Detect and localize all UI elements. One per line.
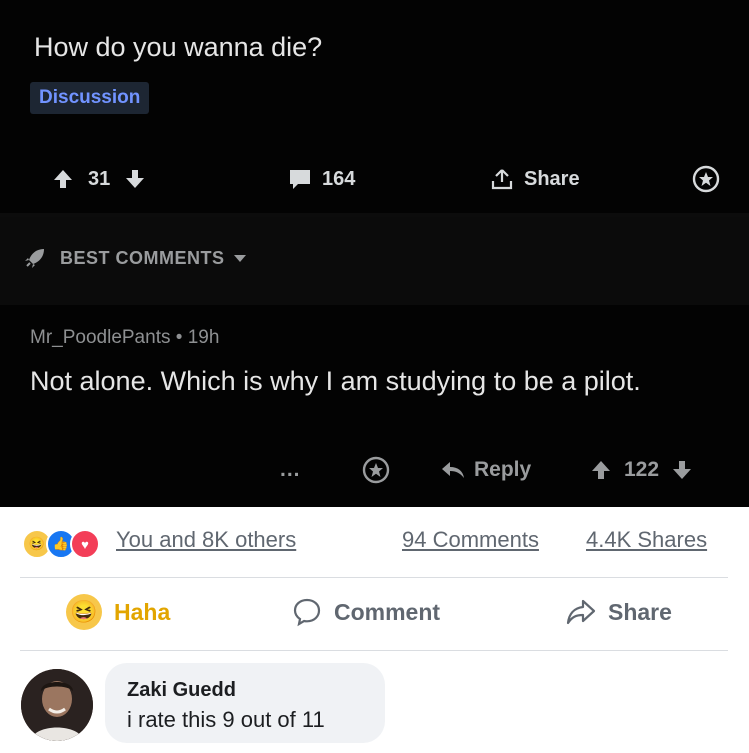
share-label: Share <box>524 167 580 190</box>
comment-vote-group: 122 <box>590 450 693 490</box>
avatar[interactable] <box>21 669 93 741</box>
comment-meta: Mr_PoodlePants • 19h <box>30 327 219 349</box>
comment-age: 19h <box>187 327 220 348</box>
comments-count: 164 <box>322 167 356 190</box>
post-score: 31 <box>88 167 111 190</box>
award-icon <box>692 165 720 193</box>
caret-down-icon <box>233 255 246 262</box>
reply-label: Reply <box>474 458 532 481</box>
dot-separator: • <box>175 327 188 348</box>
divider <box>20 577 728 578</box>
divider <box>20 650 728 651</box>
haha-button[interactable]: 😆 Haha <box>66 590 170 634</box>
fb-share-button[interactable]: Share <box>566 590 672 634</box>
comment-actions: ... Reply 122 <box>0 450 749 490</box>
comment-button[interactable]: Comment <box>292 590 440 634</box>
award-icon <box>362 456 390 484</box>
top-comment: Mr_PoodlePants • 19h Not alone. Which is… <box>0 305 749 507</box>
upvote-arrow-icon[interactable] <box>52 168 74 190</box>
reply-arrow-icon <box>442 462 464 478</box>
reply-comment-bubble: Zaki Guedd i rate this 9 out of 11 <box>105 663 385 743</box>
upvote-group: 31 <box>52 150 146 208</box>
share-arrow-icon <box>566 599 596 625</box>
comment-label: Comment <box>334 598 441 625</box>
reaction-icons[interactable]: 😆 👍 ♥ <box>22 529 100 559</box>
comment-author[interactable]: Mr_PoodlePants <box>30 327 170 348</box>
love-reaction-icon: ♥ <box>70 529 100 559</box>
downvote-arrow-icon[interactable] <box>124 168 146 190</box>
comment-body: Not alone. Which is why I am studying to… <box>30 366 641 396</box>
downvote-arrow-icon[interactable] <box>671 459 693 481</box>
sort-bar: BEST COMMENTS <box>0 217 749 305</box>
fb-share-label: Share <box>608 598 672 625</box>
upvote-arrow-icon[interactable] <box>590 459 612 481</box>
haha-label: Haha <box>114 598 171 625</box>
award-button[interactable] <box>692 150 720 208</box>
comment-score: 122 <box>624 458 660 481</box>
comment-bubble-icon <box>290 170 310 189</box>
person-silhouette-icon <box>21 669 93 741</box>
rocket-icon <box>25 249 44 268</box>
facebook-post-footer: 😆 👍 ♥ You and 8K others 94 Comments 4.4K… <box>0 507 749 753</box>
share-upload-icon <box>491 169 513 190</box>
comment-bubble-icon <box>293 598 321 627</box>
reply-comment-text: i rate this 9 out of 11 <box>127 707 325 732</box>
commenter-name[interactable]: Zaki Guedd <box>127 679 236 702</box>
post-actions-bar: 31 164 Share <box>0 150 749 208</box>
reactions-summary-link[interactable]: You and 8K others <box>116 527 296 553</box>
post-title: How do you wanna die? <box>34 32 323 62</box>
sort-label: BEST COMMENTS <box>60 247 225 268</box>
post-flair[interactable]: Discussion <box>30 82 150 114</box>
sort-dropdown[interactable]: BEST COMMENTS <box>22 245 247 271</box>
comments-button[interactable]: 164 <box>288 150 355 208</box>
reddit-post: How do you wanna die? Discussion 31 164 … <box>0 0 749 507</box>
haha-emoji-icon: 😆 <box>66 594 102 630</box>
more-options-button[interactable]: ... <box>280 450 301 490</box>
comment-award-button[interactable] <box>362 450 390 490</box>
comments-count-link[interactable]: 94 Comments <box>402 527 539 553</box>
share-button[interactable]: Share <box>490 150 580 208</box>
reply-button[interactable]: Reply <box>440 450 531 490</box>
shares-count-link[interactable]: 4.4K Shares <box>586 527 707 553</box>
